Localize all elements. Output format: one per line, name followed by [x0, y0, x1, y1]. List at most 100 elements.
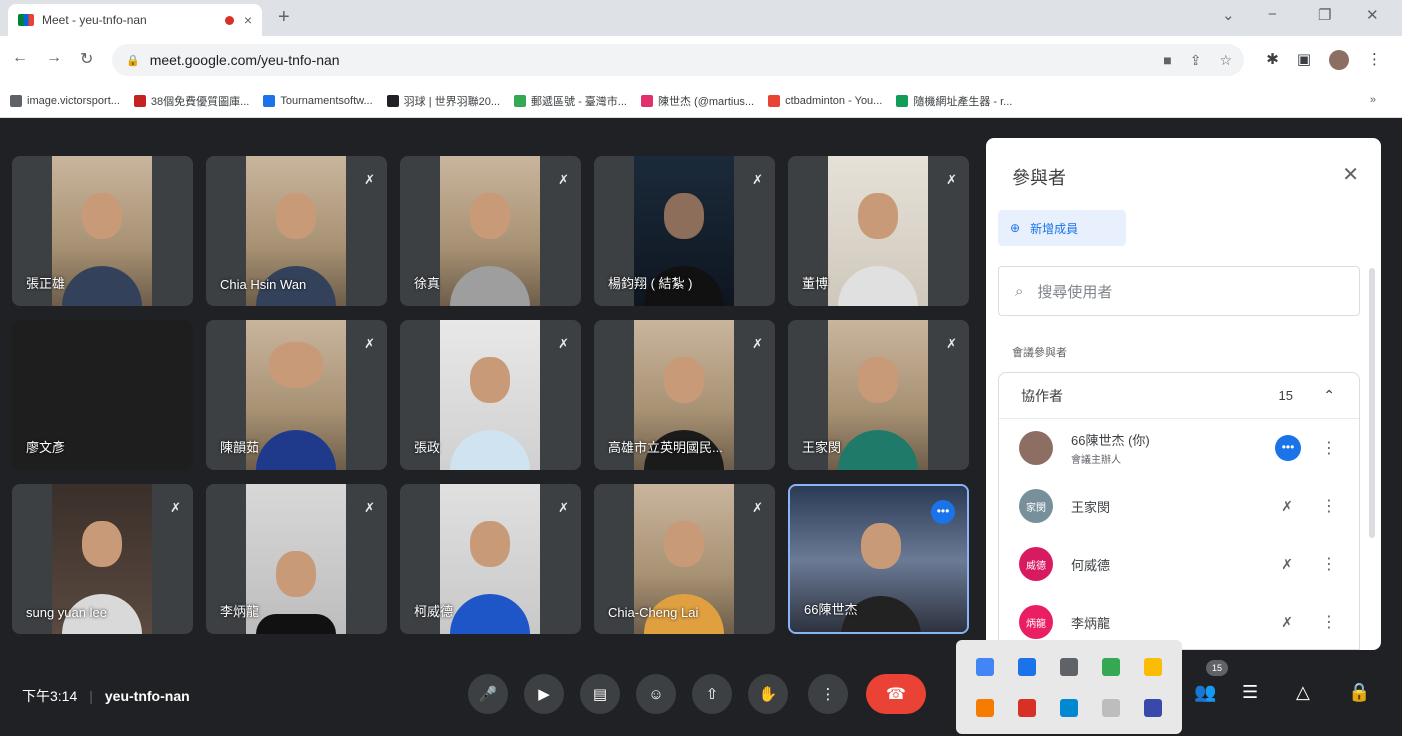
chat-icon[interactable]: ☰ [1242, 682, 1258, 703]
kebab-menu-icon[interactable]: ⋮ [1321, 554, 1337, 574]
mic-off-icon: ✗ [364, 172, 375, 187]
bookmark-item[interactable]: 陳世杰 (@martius... [640, 93, 754, 109]
activities-icon[interactable]: △ [1296, 682, 1310, 703]
bookmark-item[interactable]: image.victorsport... [10, 94, 120, 107]
section-label: 會議參與者 [1012, 347, 1067, 359]
bookmark-star-icon[interactable]: ☆ [1219, 52, 1232, 69]
leave-call-button[interactable]: ☎ [866, 674, 926, 714]
forward-arrow-icon[interactable]: → [46, 49, 62, 67]
share-icon[interactable]: ⇪ [1190, 52, 1202, 69]
profile-avatar[interactable] [1329, 50, 1349, 70]
participant-tile[interactable]: ✗ Chia-Cheng Lai [594, 484, 775, 634]
search-input[interactable]: ⌕ 搜尋使用者 [998, 266, 1360, 316]
participant-tile[interactable]: ✗ Chia Hsin Wan [206, 156, 387, 306]
participant-tile[interactable]: ✗ 董博 [788, 156, 969, 306]
tray-app-icon[interactable] [1018, 657, 1036, 676]
tab-close-button[interactable]: × [244, 12, 252, 28]
participant-row[interactable]: 威德 何威德 ✗ ⋮ [999, 535, 1359, 593]
participant-tile[interactable]: ✗ 張政 [400, 320, 581, 470]
reload-icon[interactable]: ↻ [80, 49, 93, 69]
side-panel-icon[interactable]: ▣ [1297, 50, 1311, 70]
participant-tile[interactable]: ✗ 柯威德 [400, 484, 581, 634]
mic-off-icon: ✗ [558, 172, 569, 187]
tray-app-icon[interactable] [1144, 698, 1162, 717]
minimize-button[interactable]: − [1268, 6, 1277, 23]
tray-app-icon[interactable] [976, 698, 994, 717]
emoji-icon: ☺ [648, 685, 664, 703]
tray-app-icon[interactable] [976, 657, 994, 676]
tray-app-icon[interactable] [1102, 657, 1120, 676]
participant-row-name: 李炳龍 [1071, 615, 1111, 631]
mic-off-icon: ✗ [558, 336, 569, 351]
raise-hand-button[interactable]: ✋ [748, 674, 788, 714]
bookmark-item[interactable]: 隨機網址產生器 - r... [896, 93, 1012, 109]
participant-tile[interactable]: ✗ 楊鈞翔 ( 結紮 ) [594, 156, 775, 306]
bookmark-favicon-icon [10, 94, 22, 107]
participant-tile-self[interactable]: ••• 66陳世杰 [788, 484, 969, 634]
tray-app-icon[interactable] [1060, 657, 1078, 676]
address-bar[interactable]: 🔒 meet.google.com/yeu-tnfo-nan ■ ⇪ ☆ [112, 44, 1244, 76]
browser-tab[interactable]: Meet - yeu-tnfo-nan × [8, 4, 262, 36]
participant-name: Chia-Cheng Lai [608, 605, 699, 620]
kebab-menu-icon: ⋮ [820, 686, 836, 703]
captions-button[interactable]: ▤ [580, 674, 620, 714]
present-button[interactable]: ⇧ [692, 674, 732, 714]
meeting-details: 下午3:14 | yeu-tnfo-nan [22, 686, 190, 706]
bookmark-item[interactable]: Tournamentsoftw... [263, 94, 373, 107]
tray-app-icon[interactable] [1060, 698, 1078, 717]
tray-app-icon[interactable] [1018, 698, 1036, 717]
extensions-icon[interactable]: ✱ [1266, 50, 1279, 70]
bookmark-item[interactable]: 羽球 | 世界羽聯20... [386, 93, 500, 109]
participant-row[interactable]: 66陳世杰 (你) 會議主辦人 ••• ⋮ [999, 419, 1359, 477]
participant-video [440, 484, 540, 634]
participant-tile[interactable]: ✗ 高雄市立英明國民... [594, 320, 775, 470]
bookmark-item[interactable]: ctbadminton - You... [768, 94, 882, 107]
participant-tile[interactable]: ✗ sung yuan lee [12, 484, 193, 634]
participant-video [246, 320, 346, 470]
microphone-button[interactable]: 🎤 [468, 674, 508, 714]
back-arrow-icon[interactable]: ← [12, 49, 28, 67]
avatar: 威德 [1019, 547, 1053, 581]
restore-button[interactable]: ❐ [1318, 6, 1331, 24]
participant-tile[interactable]: ✗ 王家閔 [788, 320, 969, 470]
participant-tile[interactable]: ✗ 徐真 [400, 156, 581, 306]
phone-hangup-icon: ☎ [886, 686, 906, 703]
browser-menu-icon[interactable]: ⋮ [1367, 50, 1382, 70]
reactions-button[interactable]: ☺ [636, 674, 676, 714]
participant-name: sung yuan lee [26, 605, 107, 620]
bookmark-item[interactable]: 郵遞區號 - 臺灣市... [514, 93, 627, 109]
meeting-code[interactable]: yeu-tnfo-nan [105, 688, 190, 704]
tile-options-button[interactable]: ••• [931, 500, 955, 524]
mic-off-icon: ✗ [1281, 555, 1293, 572]
participant-row[interactable]: 家閔 王家閔 ✗ ⋮ [999, 477, 1359, 535]
tray-app-icon[interactable] [1144, 657, 1162, 676]
camera-in-use-icon[interactable]: ■ [1163, 52, 1171, 69]
panel-scrollbar[interactable] [1369, 268, 1375, 538]
kebab-menu-icon[interactable]: ⋮ [1321, 612, 1337, 632]
participant-tile[interactable]: 廖文彥 [12, 320, 193, 470]
group-header[interactable]: 協作者 15 ⌃ [999, 373, 1359, 419]
participant-tile[interactable]: ✗ 陳韻茹 [206, 320, 387, 470]
chevron-up-icon[interactable]: ⌃ [1323, 387, 1335, 404]
meeting-time: 下午3:14 [22, 688, 78, 704]
close-icon[interactable]: ✕ [1342, 162, 1359, 187]
people-icon[interactable]: 👥 [1194, 682, 1216, 703]
kebab-menu-icon[interactable]: ⋮ [1321, 438, 1337, 458]
add-people-label: 新增成員 [1030, 221, 1079, 236]
host-controls-icon[interactable]: 🔒 [1348, 682, 1370, 703]
kebab-menu-icon[interactable]: ⋮ [1321, 496, 1337, 516]
participant-tile[interactable]: ✗ 李炳龍 [206, 484, 387, 634]
participant-tile[interactable]: 張正雄 [12, 156, 193, 306]
more-options-button[interactable]: ⋮ [808, 674, 848, 714]
tray-app-icon[interactable] [1102, 698, 1120, 717]
tab-search-icon[interactable]: ⌄ [1222, 6, 1235, 24]
camera-button[interactable]: ▶ [524, 674, 564, 714]
window-close-button[interactable]: ✕ [1366, 6, 1379, 24]
more-options-icon[interactable]: ••• [1275, 435, 1301, 461]
add-people-button[interactable]: ⊕ 新增成員 [998, 210, 1126, 246]
bookmarks-overflow-button[interactable]: » [1370, 94, 1376, 106]
bookmark-item[interactable]: 38個免費優質圖庫... [133, 93, 249, 109]
hand-icon: ✋ [758, 686, 778, 703]
tab-title: Meet - yeu-tnfo-nan [42, 13, 147, 27]
new-tab-button[interactable]: + [278, 6, 290, 29]
